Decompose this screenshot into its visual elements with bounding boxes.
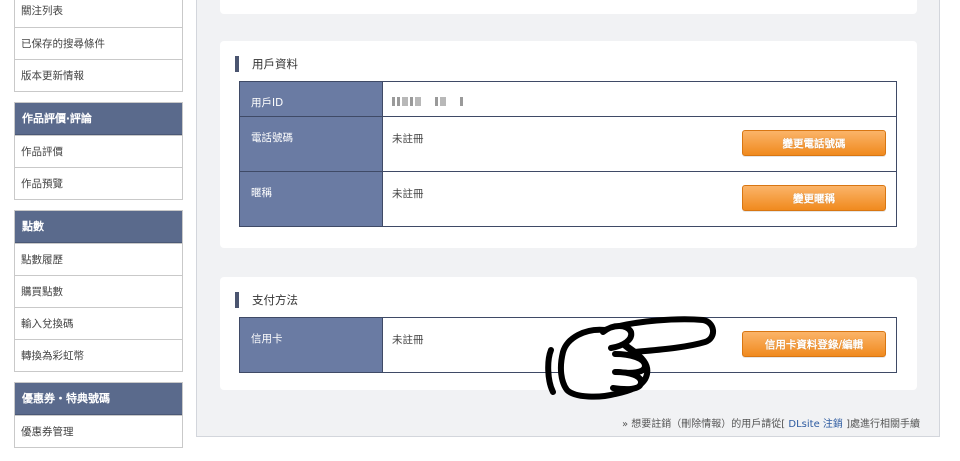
sidebar-item-redeem-code[interactable]: 輸入兌換碼 [15,307,182,339]
table-row: 暱稱 未註冊 變更暱稱 [239,171,897,227]
note-suffix: ]處進行相關手續 [842,419,920,430]
change-phone-button[interactable]: 變更電話號碼 [742,130,886,156]
sidebar-group-points: 點數 點數履歷 購買點數 輸入兌換碼 轉換為彩虹幣 [14,210,183,372]
nickname-label: 暱稱 [239,171,383,227]
sidebar-item-convert-coins[interactable]: 轉換為彩虹幣 [15,339,182,371]
delete-account-note: » 想要註銷（刪除情報）的用戶請從[ DLsite 注銷 ]處進行相關手續 [622,415,920,430]
sidebar-item-review[interactable]: 作品評價 [15,135,182,167]
sidebar-item-point-history[interactable]: 點數履歷 [15,243,182,275]
change-nickname-button[interactable]: 變更暱稱 [742,185,886,211]
nickname-value: 未註冊 [392,188,424,200]
masked-user-id [392,95,463,107]
sidebar-top-list: 關注列表 已保存的搜尋條件 版本更新情報 [14,0,183,92]
sidebar-item-buy-points[interactable]: 購買點數 [15,275,182,307]
pointing-hand-icon [545,316,716,400]
sidebar-item-coupon-management[interactable]: 優惠券管理 [15,415,182,447]
sidebar-item-saved-searches[interactable]: 已保存的搜尋條件 [15,27,182,59]
sidebar-item-update-info[interactable]: 版本更新情報 [15,59,182,91]
previous-card [220,0,917,14]
sidebar-item-follow-list[interactable]: 關注列表 [15,0,182,27]
table-row: 用戶ID [239,81,897,117]
credit-card-label: 信用卡 [239,317,383,373]
dlsite-cancel-link[interactable]: DLsite 注銷 [788,419,843,430]
note-prefix: » 想要註銷（刪除情報）的用戶請從[ [622,419,789,430]
user-info-table: 用戶ID 電話號碼 未註冊 變更電話號碼 暱稱 未註冊 變更暱稱 [239,81,897,227]
section-title-payment: 支付方法 [235,292,298,308]
sidebar-group-coupons: 優惠券・特典號碼 優惠券管理 [14,382,183,448]
sidebar-group-title: 作品評價‧評論 [15,103,182,135]
phone-cell: 未註冊 變更電話號碼 [382,116,897,172]
user-info-card: 用戶資料 用戶ID 電話號碼 未註冊 變更電話號碼 暱稱 未註冊 變更暱稱 [220,41,917,248]
credit-card-value: 未註冊 [392,334,424,346]
phone-label: 電話號碼 [239,116,383,172]
sidebar-group-reviews: 作品評價‧評論 作品評價 作品預覽 [14,102,183,200]
sidebar-group-title: 優惠券・特典號碼 [15,383,182,415]
sidebar: 關注列表 已保存的搜尋條件 版本更新情報 作品評價‧評論 作品評價 作品預覽 點… [14,0,183,448]
section-title-user: 用戶資料 [235,56,298,72]
user-id-label: 用戶ID [239,81,383,117]
user-id-value [382,81,897,117]
table-row: 電話號碼 未註冊 變更電話號碼 [239,116,897,172]
sidebar-group-title: 點數 [15,211,182,243]
nickname-cell: 未註冊 變更暱稱 [382,171,897,227]
sidebar-item-preview[interactable]: 作品預覽 [15,167,182,199]
edit-credit-card-button[interactable]: 信用卡資料登錄/編輯 [742,331,886,357]
phone-value: 未註冊 [392,133,424,145]
